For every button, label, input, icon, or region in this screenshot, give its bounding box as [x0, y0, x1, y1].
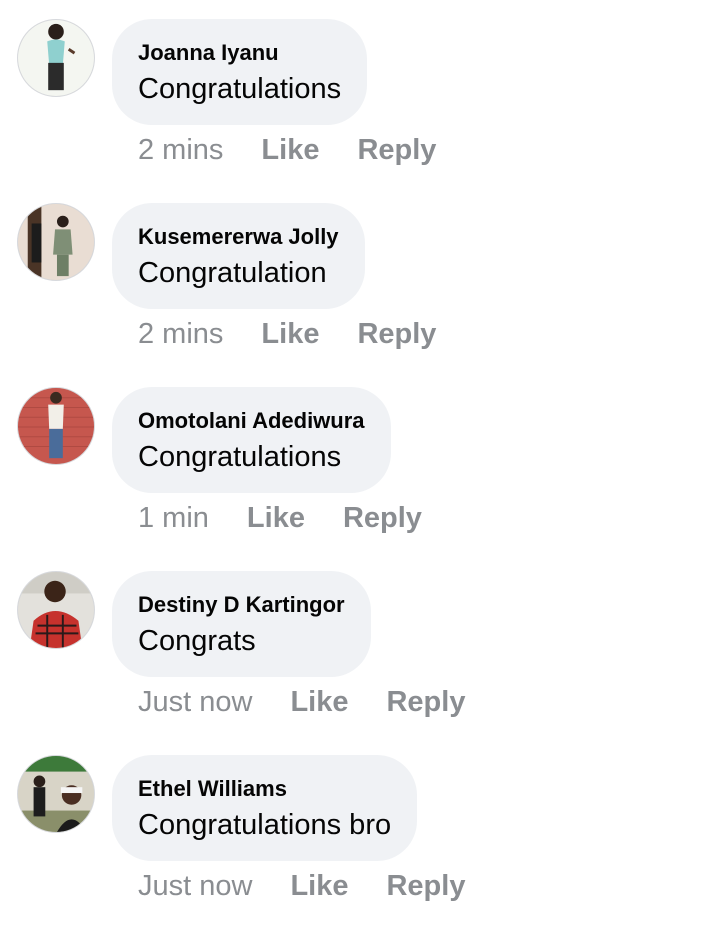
comment-author[interactable]: Kusemererwa Jolly	[138, 224, 339, 250]
comment-actions: 2 mins Like Reply	[138, 309, 436, 359]
avatar[interactable]	[17, 755, 95, 833]
comment-bubble: Omotolani Adediwura Congratulations	[112, 387, 391, 493]
comment-item: Destiny D Kartingor Congrats Just now Li…	[0, 552, 720, 736]
reply-button[interactable]: Reply	[386, 686, 465, 719]
comment-text: Congratulations	[138, 73, 342, 105]
comment-item: Omotolani Adediwura Congratulations 1 mi…	[0, 368, 720, 552]
like-button[interactable]: Like	[247, 502, 305, 535]
profile-photo-icon	[18, 388, 94, 464]
comment-bubble: Kusemererwa Jolly Congratulation	[112, 203, 365, 309]
comment-timestamp[interactable]: 2 mins	[138, 134, 223, 167]
comment-bubble: Joanna Iyanu Congratulations	[112, 19, 368, 125]
comment-bubble: Ethel Williams Congratulations bro	[112, 755, 418, 861]
comment-bubble: Destiny D Kartingor Congrats	[112, 571, 371, 677]
comment-timestamp[interactable]: 2 mins	[138, 318, 223, 351]
reply-button[interactable]: Reply	[343, 502, 422, 535]
comment-item: Kusemererwa Jolly Congratulation 2 mins …	[0, 184, 720, 368]
comment-timestamp[interactable]: Just now	[138, 870, 252, 903]
comment-item: Joanna Iyanu Congratulations 2 mins Like…	[0, 0, 720, 184]
comment-item: Ethel Williams Congratulations bro Just …	[0, 736, 720, 920]
comment-author[interactable]: Joanna Iyanu	[138, 40, 341, 66]
avatar[interactable]	[17, 571, 95, 649]
avatar[interactable]	[17, 19, 95, 97]
avatar[interactable]	[17, 203, 95, 281]
comment-timestamp[interactable]: 1 min	[138, 502, 209, 535]
comment-text: Congratulation	[138, 257, 327, 289]
profile-photo-icon	[18, 204, 94, 280]
like-button[interactable]: Like	[261, 318, 319, 351]
comment-text: Congrats	[138, 625, 256, 657]
comment-actions: Just now Like Reply	[138, 861, 465, 911]
profile-photo-icon	[18, 756, 94, 832]
comment-author[interactable]: Omotolani Adediwura	[138, 408, 365, 434]
like-button[interactable]: Like	[261, 134, 319, 167]
reply-button[interactable]: Reply	[357, 318, 436, 351]
comment-actions: 2 mins Like Reply	[138, 125, 436, 175]
reply-button[interactable]: Reply	[386, 870, 465, 903]
avatar[interactable]	[17, 387, 95, 465]
comment-timestamp[interactable]: Just now	[138, 686, 252, 719]
like-button[interactable]: Like	[290, 870, 348, 903]
comment-author[interactable]: Destiny D Kartingor	[138, 592, 345, 618]
comment-actions: Just now Like Reply	[138, 677, 465, 727]
comment-text: Congratulations	[138, 441, 342, 473]
profile-photo-icon	[18, 20, 94, 96]
comment-text: Congratulations bro	[138, 809, 392, 841]
comment-actions: 1 min Like Reply	[138, 493, 422, 543]
reply-button[interactable]: Reply	[357, 134, 436, 167]
comment-author[interactable]: Ethel Williams	[138, 776, 391, 802]
like-button[interactable]: Like	[290, 686, 348, 719]
profile-photo-icon	[18, 572, 94, 648]
